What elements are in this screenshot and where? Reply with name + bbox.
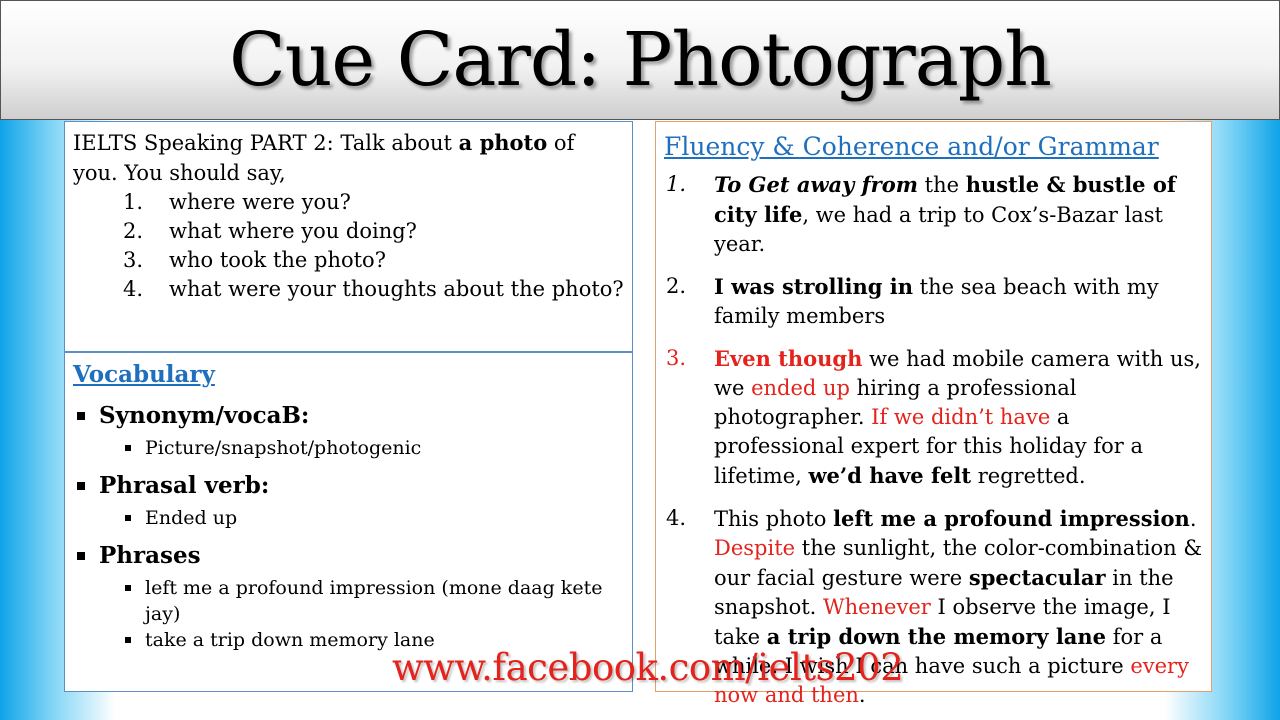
vocab-group-title: Synonym/vocaB: <box>99 402 310 429</box>
vocab-group-synonym: Synonym/vocaB: Picture/snapshot/photogen… <box>73 401 624 461</box>
phrase-bold: left me a profound impression <box>833 506 1190 531</box>
vocab-group-title: Phrasal verb: <box>99 472 270 499</box>
item-text: who took the photo? <box>169 248 386 272</box>
bullet-square-icon <box>77 412 85 420</box>
phrase: This photo <box>714 507 834 531</box>
phrase-bold: I was strolling in <box>714 274 913 299</box>
bullet-square-icon <box>77 482 85 490</box>
phrase-bold: To Get away from <box>714 172 918 197</box>
phrase-red: Whenever <box>823 595 931 619</box>
task-intro-bold: a photo <box>458 130 548 155</box>
vocabulary-heading: Vocabulary <box>73 361 215 388</box>
vocabulary-panel: Vocabulary Synonym/vocaB: Picture/snapsh… <box>64 352 633 692</box>
list-item: 1. where were you? <box>73 188 624 217</box>
bullet-square-icon <box>125 637 131 643</box>
vocab-group-head: Phrasal verb: <box>73 471 624 501</box>
list-item: 4. what were your thoughts about the phot… <box>73 275 624 304</box>
item-number: 2. <box>666 274 687 298</box>
vocab-sub-list: Picture/snapshot/photogenic <box>73 435 624 461</box>
vocab-group-phrases: Phrases left me a profound impression (m… <box>73 541 624 653</box>
phrase-red: If we didn’t have <box>871 405 1051 429</box>
phrase-bold-red: Even though <box>714 346 863 371</box>
phrase-red: ended up <box>751 376 850 400</box>
task-question-list: 1. where were you? 2. what where you doing… <box>73 188 624 304</box>
item-text: Even though we had mobile camera with us… <box>714 344 1203 491</box>
vocab-group-phrasal: Phrasal verb: Ended up <box>73 471 624 531</box>
fluency-panel: Fluency & Coherence and/or Grammar 1. To… <box>655 121 1212 707</box>
facebook-link[interactable]: www.facebook.com/ielts202 <box>392 646 904 689</box>
item-number: 3. <box>666 346 687 370</box>
task-panel: IELTS Speaking PART 2: Talk about a phot… <box>64 121 633 352</box>
fluency-heading: Fluency & Coherence and/or Grammar <box>664 132 1159 161</box>
vocab-sub-list: left me a profound impression (mone daag… <box>73 575 624 653</box>
list-item: Picture/snapshot/photogenic <box>73 435 624 461</box>
vocab-group-head: Phrases <box>73 541 624 571</box>
list-item: 1. To Get away from the hustle & bustle … <box>664 170 1203 259</box>
item-text: what where you doing? <box>169 219 417 243</box>
vocab-item: Ended up <box>145 507 238 529</box>
item-text: To Get away from the hustle & bustle of … <box>714 170 1203 259</box>
fluency-list: 1. To Get away from the hustle & bustle … <box>664 170 1203 710</box>
task-intro-text: IELTS Speaking PART 2: Talk about <box>73 131 459 155</box>
item-text: I was strolling in the sea beach with my… <box>714 272 1203 331</box>
list-item: 2. what where you doing? <box>73 217 624 246</box>
item-text: what were your thoughts about the photo? <box>169 277 624 301</box>
title-bar: Cue Card: Photograph <box>0 0 1280 120</box>
bullet-square-icon <box>77 552 85 560</box>
list-item: 3. who took the photo? <box>73 246 624 275</box>
bullet-square-icon <box>125 515 131 521</box>
item-text: where were you? <box>169 190 351 214</box>
phrase-red: Despite <box>714 536 796 560</box>
phrase: the <box>917 173 966 197</box>
vocab-item: Picture/snapshot/photogenic <box>145 437 422 459</box>
vocab-sub-list: Ended up <box>73 505 624 531</box>
list-item: Ended up <box>73 505 624 531</box>
item-number: 4. <box>122 277 143 301</box>
bullet-square-icon <box>125 585 131 591</box>
item-number: 1. <box>122 190 143 214</box>
phrase: . <box>1189 507 1197 531</box>
item-number: 3. <box>122 248 143 272</box>
phrase-bold: spectacular <box>968 565 1106 590</box>
vocab-group-head: Synonym/vocaB: <box>73 401 624 431</box>
phrase: regretted. <box>971 464 1086 488</box>
vocab-item: left me a profound impression (mone daag… <box>145 577 603 625</box>
task-intro: IELTS Speaking PART 2: Talk about a phot… <box>73 128 624 188</box>
bullet-square-icon <box>125 445 131 451</box>
vocab-group-title: Phrases <box>99 542 201 569</box>
item-number: 1. <box>666 172 687 196</box>
page-title: Cue Card: Photograph <box>229 17 1052 103</box>
phrase-bold: we’d have felt <box>808 463 972 488</box>
list-item: left me a profound impression (mone daag… <box>73 575 624 627</box>
list-item: 3. Even though we had mobile camera with… <box>664 344 1203 491</box>
list-item: 2. I was strolling in the sea beach with… <box>664 272 1203 331</box>
item-number: 2. <box>122 219 143 243</box>
